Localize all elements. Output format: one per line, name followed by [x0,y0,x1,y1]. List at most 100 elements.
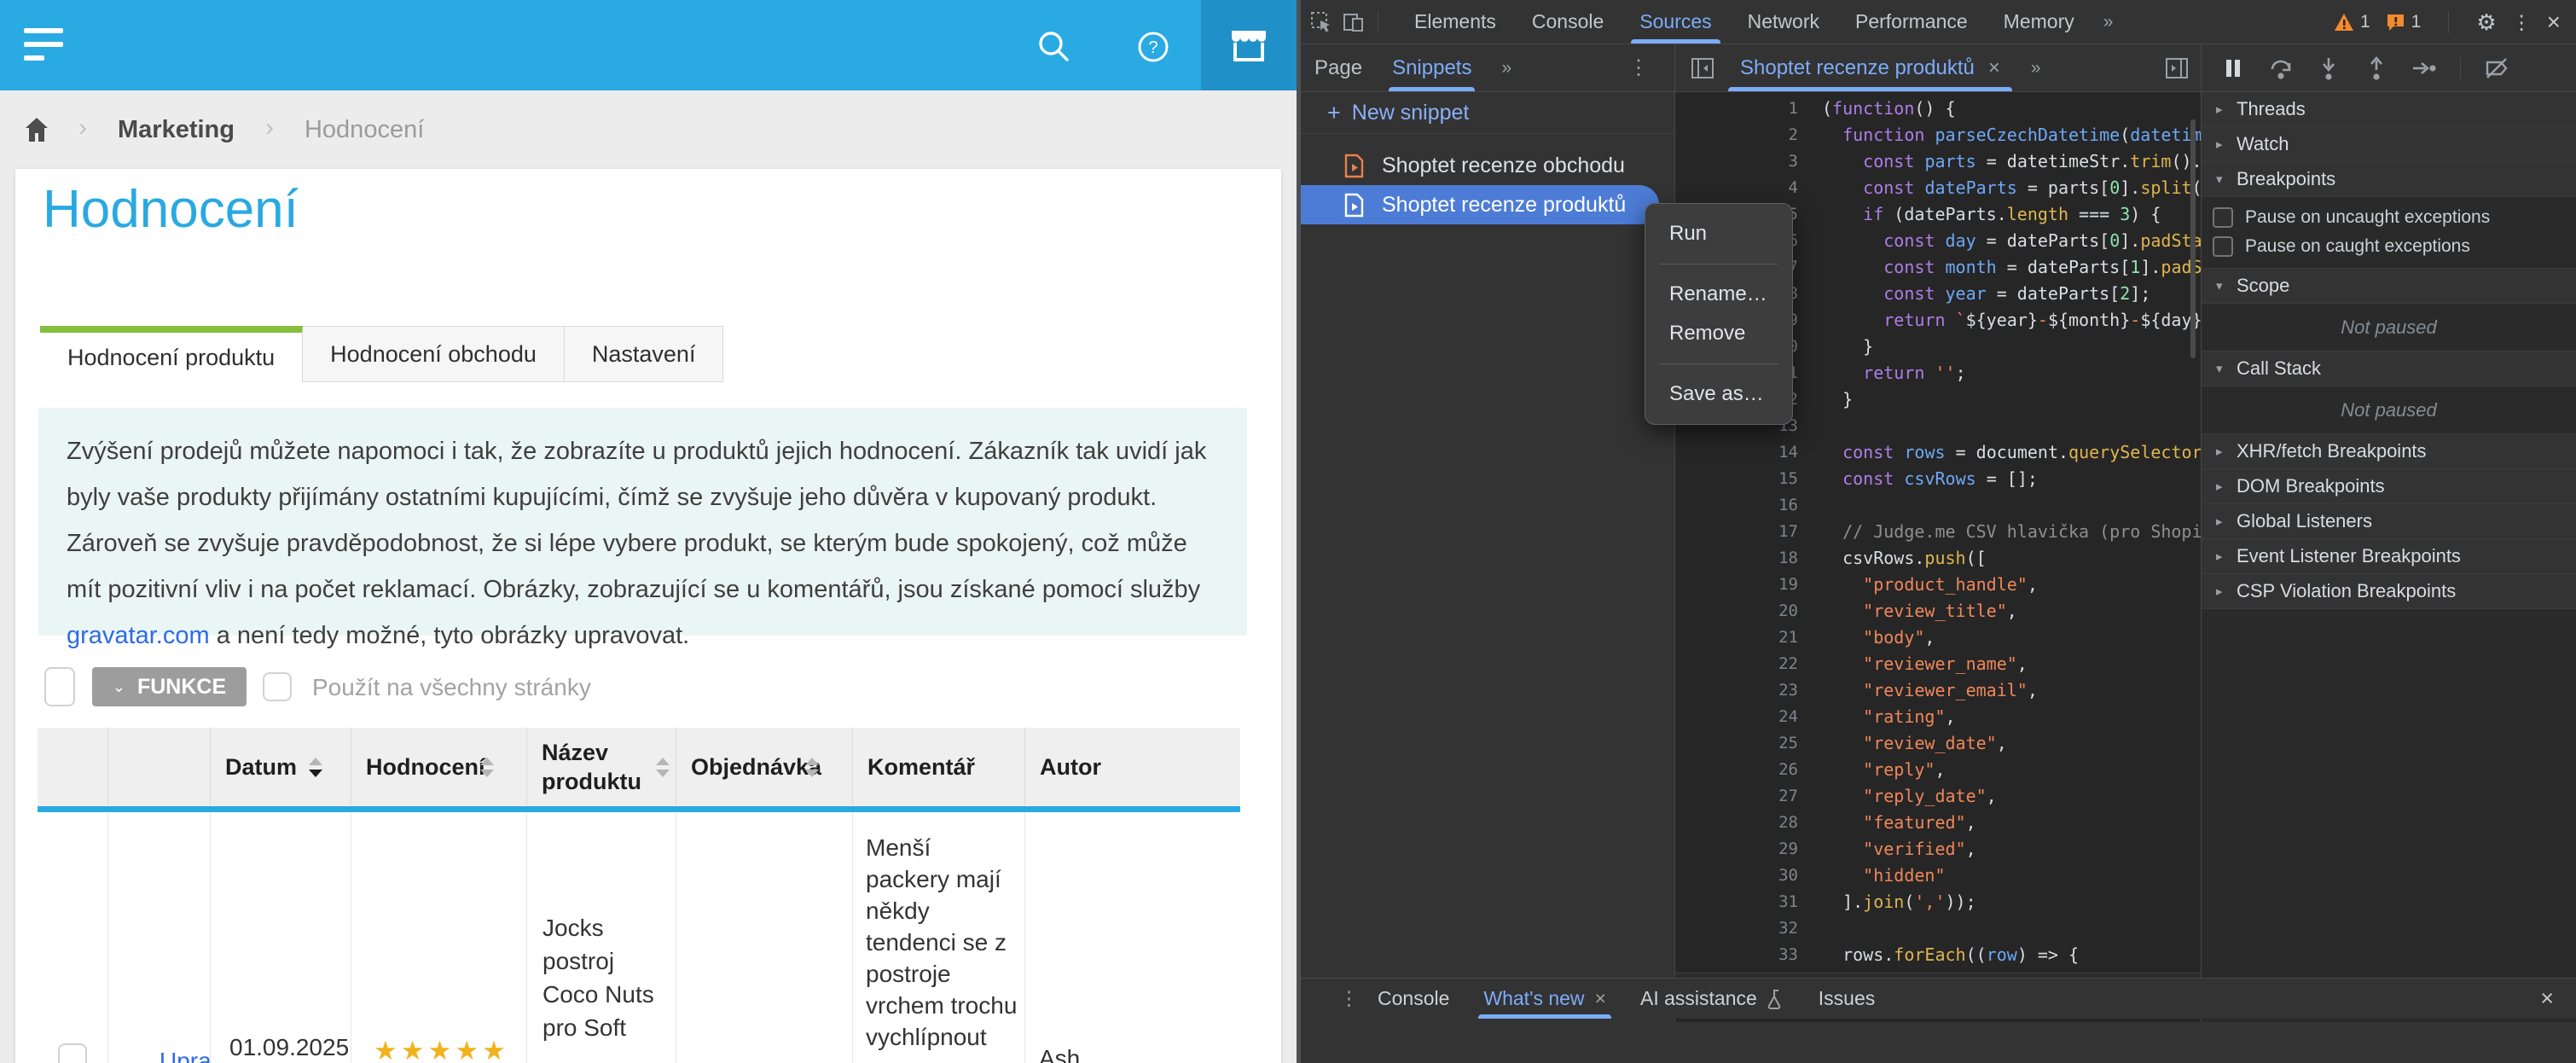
shoptet-admin: ? › Marketing › Hodnocení Hodnocení Hodn… [0,0,1297,1063]
table-header-cell[interactable]: Objednávka [676,728,853,806]
table-header-cell[interactable]: Název produktu [527,728,676,806]
context-menu-item[interactable]: Run [1645,214,1792,253]
context-menu-item-label: Run [1669,222,1707,246]
select-all-checkbox[interactable] [44,667,75,706]
section-header[interactable]: Scope [2202,269,2576,304]
section-header[interactable]: Global Listeners [2202,504,2576,539]
section-header[interactable]: Breakpoints [2202,162,2576,197]
pause-exception-row[interactable]: Pause on uncaught exceptions [2202,203,2576,232]
table-header-cell[interactable]: Hodnocení [351,728,527,806]
editor-tab[interactable]: Shoptet recenze produktů × [1728,44,2012,91]
code-token: , [1966,812,1976,833]
page-tab[interactable]: Hodnocení produktu [40,326,303,382]
divider [2460,57,2461,79]
funkce-button[interactable]: ⌄ FUNKCE [92,667,247,706]
step-icon[interactable] [2411,55,2438,82]
page-tab[interactable]: Nastavení [565,326,724,382]
context-menu-item[interactable]: Rename… [1645,275,1792,314]
code-line [1822,915,2202,942]
search-icon[interactable] [1036,28,1073,66]
table-header-cell[interactable]: Komentář [853,728,1025,806]
devtools-tab[interactable]: Network [1748,0,1819,44]
line-number: 33 [1675,942,1798,968]
more-tabs-icon[interactable]: » [2103,12,2114,32]
hamburger-menu-icon[interactable] [24,28,65,66]
drawer-kebab-icon[interactable]: ⋮ [1339,987,1359,1010]
devtools-tab[interactable]: Elements [1414,0,1496,44]
pause-icon[interactable] [2219,55,2247,82]
new-snippet-button[interactable]: + New snippet [1301,92,1674,134]
inspect-icon[interactable] [1309,10,1333,34]
gear-icon[interactable]: ⚙ [2476,9,2496,36]
deactivate-breakpoints-icon[interactable] [2483,55,2510,82]
table-header-cell[interactable] [38,728,108,806]
drawer-tab[interactable]: AI assistance [1640,979,1784,1019]
line-number: 14 [1675,439,1798,466]
context-menu: Run Rename… Remove Save as… [1645,203,1793,425]
checkbox[interactable] [2213,207,2233,228]
sort-arrows-icon[interactable] [805,758,819,777]
close-drawer-icon[interactable]: × [2540,985,2554,1012]
step-out-icon[interactable] [2363,55,2390,82]
info-text: Zvýšení prodejů můžete napomoci i tak, ž… [67,438,1206,603]
checkbox[interactable] [2213,236,2233,257]
devtools-tab[interactable]: Performance [1855,0,1968,44]
sort-arrows-icon[interactable] [309,758,322,777]
row-checkbox[interactable] [58,1043,87,1063]
section-header[interactable]: Event Listener Breakpoints [2202,539,2576,574]
navigator-tab[interactable]: Page [1314,44,1362,91]
sort-arrows-icon[interactable] [656,758,670,777]
section-header[interactable]: Threads [2202,92,2576,127]
table-header-cell[interactable]: Datum [211,728,351,806]
panel-left-icon[interactable] [1691,57,1714,79]
more-editor-tabs-icon[interactable]: » [2031,58,2041,78]
store-button[interactable] [1201,0,1297,90]
close-devtools-icon[interactable]: × [2547,9,2561,36]
line-number: 3 [1675,148,1798,175]
section-header[interactable]: Watch [2202,127,2576,162]
breadcrumb-marketing[interactable]: Marketing [118,116,235,144]
context-menu-item[interactable]: Remove [1645,314,1792,353]
apply-all-checkbox[interactable] [263,672,292,701]
home-icon[interactable] [26,118,48,142]
warnings-badge[interactable]: 1 [2334,12,2370,32]
navigator-tab[interactable]: Snippets [1392,44,1471,91]
device-toolbar-icon[interactable] [1342,10,1366,34]
editor-scrollbar[interactable] [2190,119,2196,358]
code-token: , [1946,706,1956,727]
gravatar-link[interactable]: gravatar.com [67,622,210,649]
drawer-tab[interactable]: Issues [1819,979,1875,1019]
page-tab[interactable]: Hodnocení obchodu [303,326,565,382]
step-over-icon[interactable] [2267,55,2295,82]
kebab-menu-icon[interactable]: ⋮ [2512,11,2532,34]
table-header-cell[interactable]: Autor [1025,728,1240,806]
context-menu-item[interactable]: Save as… [1645,375,1792,414]
sort-arrows-icon[interactable] [480,758,494,777]
section-header[interactable]: Call Stack [2202,351,2576,386]
snippet-item[interactable]: Shoptet recenze produktů [1301,185,1659,224]
panel-right-icon[interactable] [2165,57,2189,79]
snippet-item[interactable]: Shoptet recenze obchodu [1301,146,1674,185]
close-tab-icon[interactable]: × [1988,56,2000,80]
code-area[interactable]: (function() { function parseCzechDatetim… [1822,96,2202,1017]
navigator-tabs: Page Snippets » ⋮ [1301,44,1674,92]
section-header[interactable]: CSP Violation Breakpoints [2202,574,2576,609]
devtools-tab[interactable]: Memory [2004,0,2074,44]
pause-exception-row[interactable]: Pause on caught exceptions [2202,232,2576,261]
close-drawer-tab-icon[interactable]: × [1595,987,1606,1010]
code-token [1924,363,1935,383]
drawer-tab[interactable]: Console [1378,979,1449,1019]
debugger-sidebar: Threads Watch [2202,44,2576,1022]
help-icon[interactable]: ? [1134,28,1172,66]
more-navigator-tabs-icon[interactable]: » [1501,58,1511,78]
navigator-kebab-icon[interactable]: ⋮ [1628,55,1649,80]
section-header[interactable]: DOM Breakpoints [2202,469,2576,504]
devtools-tab[interactable]: Sources [1639,0,1711,44]
step-into-icon[interactable] [2315,55,2342,82]
devtools-tab-label: Memory [2004,10,2074,33]
drawer-tab[interactable]: What's new × [1483,979,1606,1019]
issues-badge[interactable]: 1 [2386,12,2422,32]
table-header-cell[interactable] [108,728,211,806]
devtools-tab[interactable]: Console [1532,0,1604,44]
section-header[interactable]: XHR/fetch Breakpoints [2202,434,2576,469]
